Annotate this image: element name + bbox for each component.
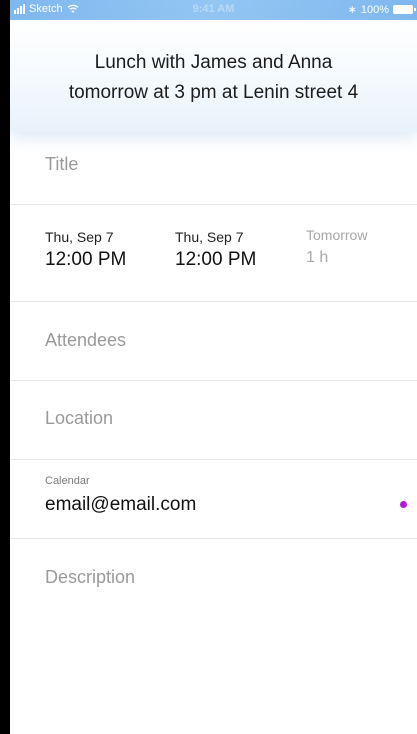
status-bar: Sketch 9:41 AM ∗ 100% [10,0,417,20]
attendees-placeholder: Attendees [45,330,127,350]
natural-language-prompt[interactable]: Lunch with James and Anna tomorrow at 3 … [10,20,417,132]
battery-label: 100% [360,3,389,16]
end-time-picker[interactable]: Thu, Sep 7 12:00 PM [175,229,256,271]
location-field[interactable]: Location [10,381,417,460]
calendar-selector[interactable]: Calendar email@email.com [10,460,417,539]
start-date: Thu, Sep 7 [45,229,114,245]
calendar-color-dot [400,501,407,508]
duration-day: Tomorrow [306,227,368,243]
time-row: Thu, Sep 7 12:00 PM Thu, Sep 7 12:00 PM … [10,205,417,302]
prompt-text: Lunch with James and Anna tomorrow at 3 … [10,48,417,108]
end-time: 12:00 PM [175,249,257,270]
bluetooth-icon: ∗ [347,4,357,16]
status-right: ∗ 100% [347,3,416,16]
duration-picker[interactable]: Tomorrow 1 h [306,227,367,267]
calendar-value: email@email.com [45,494,197,515]
description-placeholder: Description [45,567,136,587]
description-field[interactable]: Description [10,539,417,617]
duration-length: 1 h [306,249,329,266]
event-editor-screen: Sketch 9:41 AM ∗ 100% Lunch with James a… [10,0,417,734]
start-time-picker[interactable]: Thu, Sep 7 12:00 PM [45,229,126,271]
end-date: Thu, Sep 7 [175,229,244,245]
attendees-field[interactable]: Attendees [10,302,417,381]
title-field[interactable]: Title [10,132,417,205]
prompt-line-2: tomorrow at 3 pm at Lenin street 4 [68,82,359,103]
location-placeholder: Location [45,408,114,428]
title-placeholder: Title [45,154,79,174]
prompt-line-1: Lunch with James and Anna [94,52,333,73]
calendar-label: Calendar [45,475,90,487]
start-time: 12:00 PM [45,249,127,270]
battery-icon [393,5,416,14]
